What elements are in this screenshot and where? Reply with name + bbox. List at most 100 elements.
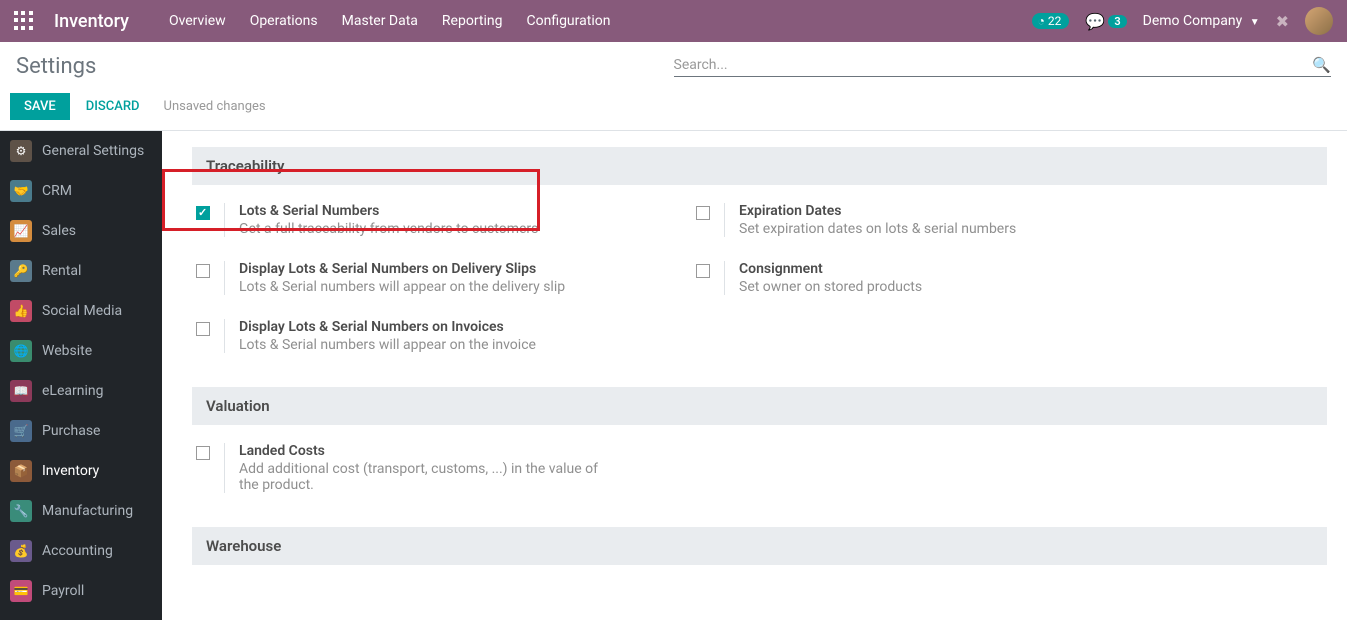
money-icon: 💰 [10, 540, 32, 562]
sidebar-item-label: General Settings [42, 143, 144, 159]
settings-content[interactable]: Traceability Lots & Serial Numbers Get a… [162, 131, 1347, 620]
menu-master-data[interactable]: Master Data [342, 13, 418, 29]
page-title: Settings [16, 54, 674, 79]
divider [724, 203, 725, 237]
sidebar-item-social[interactable]: 👍 Social Media [0, 291, 162, 331]
sidebar-item-label: Accounting [42, 543, 113, 559]
sidebar-item-label: Rental [42, 263, 81, 279]
clock-icon: ◔ [1038, 14, 1045, 28]
discard-button[interactable]: DISCARD [82, 93, 144, 120]
globe-icon: 🌐 [10, 340, 32, 362]
clock-count: 22 [1048, 14, 1062, 28]
setting-title: Display Lots & Serial Numbers on Invoice… [239, 319, 536, 335]
chat-icon: 💬 [1085, 12, 1105, 31]
menu-configuration[interactable]: Configuration [526, 13, 610, 29]
checkbox-display-invoice[interactable] [196, 322, 210, 336]
chevron-down-icon: ▼ [1250, 17, 1260, 28]
control-panel: Settings 🔍 SAVE DISCARD Unsaved changes [0, 42, 1347, 131]
setting-desc: Set expiration dates on lots & serial nu… [739, 221, 1016, 237]
section-warehouse-title: Warehouse [192, 527, 1327, 565]
navbar-right: ◔ 22 💬 3 Demo Company ▼ ✖ [1032, 7, 1333, 35]
unsaved-label: Unsaved changes [164, 99, 266, 114]
avatar[interactable] [1305, 7, 1333, 35]
clock-badge[interactable]: ◔ 22 [1032, 13, 1070, 29]
thumb-icon: 👍 [10, 300, 32, 322]
debug-icon[interactable]: ✖ [1276, 12, 1289, 31]
sidebar-item-label: eLearning [42, 383, 103, 399]
save-button[interactable]: SAVE [10, 93, 70, 120]
setting-desc: Lots & Serial numbers will appear on the… [239, 279, 565, 295]
setting-expiration: Expiration Dates Set expiration dates on… [692, 197, 1112, 243]
key-icon: 🔑 [10, 260, 32, 282]
menu-reporting[interactable]: Reporting [442, 13, 503, 29]
wrench-icon: 🔧 [10, 500, 32, 522]
setting-title: Lots & Serial Numbers [239, 203, 538, 219]
chat-badge[interactable]: 💬 3 [1085, 12, 1126, 31]
section-valuation-title: Valuation [192, 387, 1327, 425]
sidebar-item-label: Manufacturing [42, 503, 133, 519]
checkbox-consignment[interactable] [696, 264, 710, 278]
sidebar-item-inventory[interactable]: 📦 Inventory [0, 451, 162, 491]
sidebar-item-label: Social Media [42, 303, 122, 319]
chat-count: 3 [1108, 15, 1126, 28]
menu-operations[interactable]: Operations [250, 13, 318, 29]
checkbox-lots-serial[interactable] [196, 206, 210, 220]
divider [224, 261, 225, 295]
book-icon: 📖 [10, 380, 32, 402]
sidebar-item-label: Website [42, 343, 92, 359]
settings-sidebar[interactable]: ⚙ General Settings 🤝 CRM 📈 Sales 🔑 Renta… [0, 131, 162, 620]
sidebar-item-crm[interactable]: 🤝 CRM [0, 171, 162, 211]
menu-overview[interactable]: Overview [169, 13, 226, 29]
search-icon[interactable]: 🔍 [1312, 56, 1331, 74]
setting-title: Expiration Dates [739, 203, 1016, 219]
payroll-icon: 💳 [10, 580, 32, 602]
app-name[interactable]: Inventory [54, 11, 129, 32]
section-traceability-title: Traceability [192, 147, 1327, 185]
search-input[interactable] [674, 57, 1313, 73]
setting-desc: Lots & Serial numbers will appear on the… [239, 337, 536, 353]
setting-desc: Set owner on stored products [739, 279, 922, 295]
divider [724, 261, 725, 295]
box-icon: 📦 [10, 460, 32, 482]
setting-title: Consignment [739, 261, 922, 277]
checkbox-landed-costs[interactable] [196, 446, 210, 460]
setting-consignment: Consignment Set owner on stored products [692, 255, 1112, 301]
top-navbar: Inventory Overview Operations Master Dat… [0, 0, 1347, 42]
sidebar-item-sales[interactable]: 📈 Sales [0, 211, 162, 251]
sidebar-item-elearning[interactable]: 📖 eLearning [0, 371, 162, 411]
chart-icon: 📈 [10, 220, 32, 242]
divider [224, 203, 225, 237]
sidebar-item-label: CRM [42, 183, 72, 199]
setting-title: Display Lots & Serial Numbers on Deliver… [239, 261, 565, 277]
company-selector[interactable]: Demo Company ▼ [1143, 13, 1260, 29]
sidebar-item-website[interactable]: 🌐 Website [0, 331, 162, 371]
setting-desc: Add additional cost (transport, customs,… [239, 461, 599, 493]
setting-display-delivery: Display Lots & Serial Numbers on Deliver… [192, 255, 652, 301]
checkbox-display-delivery[interactable] [196, 264, 210, 278]
handshake-icon: 🤝 [10, 180, 32, 202]
main-area: ⚙ General Settings 🤝 CRM 📈 Sales 🔑 Renta… [0, 131, 1347, 620]
setting-landed-costs: Landed Costs Add additional cost (transp… [192, 437, 652, 499]
checkbox-expiration[interactable] [696, 206, 710, 220]
sidebar-item-label: Payroll [42, 583, 84, 599]
sidebar-item-manufacturing[interactable]: 🔧 Manufacturing [0, 491, 162, 531]
sidebar-item-purchase[interactable]: 🛒 Purchase [0, 411, 162, 451]
sidebar-item-label: Inventory [42, 463, 99, 479]
setting-lots-serial: Lots & Serial Numbers Get a full traceab… [192, 197, 652, 243]
sidebar-item-rental[interactable]: 🔑 Rental [0, 251, 162, 291]
setting-title: Landed Costs [239, 443, 599, 459]
sidebar-item-label: Purchase [42, 423, 100, 439]
company-name: Demo Company [1143, 13, 1243, 29]
divider [224, 319, 225, 353]
divider [224, 443, 225, 493]
setting-desc: Get a full traceability from vendors to … [239, 221, 538, 237]
setting-display-invoice: Display Lots & Serial Numbers on Invoice… [192, 313, 652, 359]
apps-icon[interactable] [14, 11, 34, 31]
gear-icon: ⚙ [10, 140, 32, 162]
sidebar-item-accounting[interactable]: 💰 Accounting [0, 531, 162, 571]
main-menu: Overview Operations Master Data Reportin… [169, 13, 1032, 29]
search-wrap: 🔍 [674, 56, 1332, 77]
sidebar-item-payroll[interactable]: 💳 Payroll [0, 571, 162, 611]
sidebar-item-general[interactable]: ⚙ General Settings [0, 131, 162, 171]
cart-icon: 🛒 [10, 420, 32, 442]
